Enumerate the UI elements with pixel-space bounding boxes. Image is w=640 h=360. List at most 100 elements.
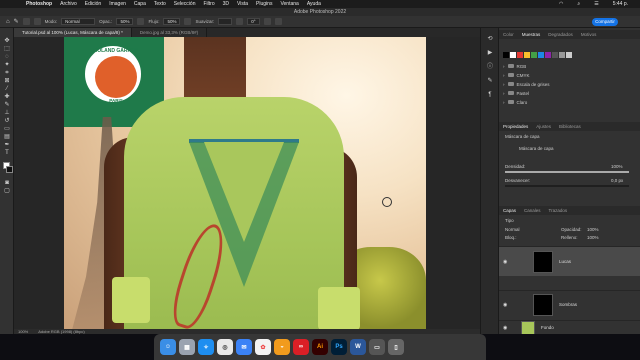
tab-demo[interactable]: Demo.jpg al 33,3% (RGB/8#) xyxy=(131,28,208,37)
finder-icon[interactable]: ☺ xyxy=(160,339,176,355)
tab-adjustments[interactable]: Ajustes xyxy=(532,122,555,131)
density-slider[interactable] xyxy=(505,171,629,173)
lasso-tool-icon[interactable]: ◌ xyxy=(4,54,10,60)
tab-patterns[interactable]: Motivos xyxy=(577,30,601,39)
brush-tool-icon[interactable]: ✎ xyxy=(14,18,19,25)
stamp-tool-icon[interactable]: ⊥ xyxy=(4,110,10,116)
tab-gradients[interactable]: Degradados xyxy=(544,30,577,39)
layer-opacity-value[interactable]: 100% xyxy=(587,227,599,232)
wifi-icon[interactable]: ◠ xyxy=(559,1,563,7)
swatch-group-light[interactable]: › Claro xyxy=(503,98,637,106)
layer-name[interactable]: Sombras xyxy=(559,302,577,307)
smoothing-settings-icon[interactable] xyxy=(236,18,244,25)
swatch[interactable] xyxy=(510,52,516,58)
layer-row-fondo[interactable]: ◉ Fondo xyxy=(499,320,640,335)
photoshop-icon[interactable]: Ps xyxy=(331,339,347,355)
layer-filter-select[interactable]: Tipo xyxy=(505,218,514,223)
history-brush-tool-icon[interactable]: ↺ xyxy=(4,118,10,124)
layer-row-sombras[interactable]: ◉ Sombras xyxy=(499,290,640,318)
tab-channels[interactable]: Canales xyxy=(520,206,545,215)
layer-thumbnail[interactable] xyxy=(521,320,535,335)
menu-imagen[interactable]: Imagen xyxy=(109,1,126,7)
eye-icon[interactable]: ◉ xyxy=(503,259,509,265)
flow-field[interactable]: 50% xyxy=(163,18,181,25)
tab-libraries[interactable]: Bibliotecas xyxy=(555,122,585,131)
swatch-group-cmyk[interactable]: › CMYK xyxy=(503,71,637,79)
blender-icon[interactable]: ◒ xyxy=(274,339,290,355)
tab-layers[interactable]: Capas xyxy=(499,206,520,215)
menu-texto[interactable]: Texto xyxy=(154,1,166,7)
swatch[interactable] xyxy=(538,52,544,58)
menu-edicion[interactable]: Edición xyxy=(85,1,101,7)
crop-tool-icon[interactable]: ⌗ xyxy=(4,70,10,76)
home-icon[interactable]: ⌂ xyxy=(6,19,10,25)
actions-panel-icon[interactable]: ▶ xyxy=(487,50,493,56)
background-color-swatch[interactable] xyxy=(6,166,13,173)
pen-tool-icon[interactable]: ✒ xyxy=(4,142,10,148)
swatch[interactable] xyxy=(566,52,572,58)
share-button[interactable]: Compartir xyxy=(592,18,618,26)
pressure-opacity-icon[interactable] xyxy=(137,18,145,25)
healing-tool-icon[interactable]: ✚ xyxy=(4,94,10,100)
angle-field[interactable]: 0° xyxy=(247,18,260,25)
history-panel-icon[interactable]: ⟲ xyxy=(487,36,493,42)
fill-value[interactable]: 100% xyxy=(587,235,599,240)
layer-row-lucas[interactable]: ◉ Lucas xyxy=(499,246,640,276)
type-tool-icon[interactable]: T xyxy=(4,150,10,156)
mail-icon[interactable]: ✉ xyxy=(236,339,252,355)
layer-mask-thumbnail[interactable] xyxy=(533,250,553,273)
layer-name[interactable]: Fondo xyxy=(541,325,554,330)
menu-vista[interactable]: Vista xyxy=(237,1,248,7)
menu-seleccion[interactable]: Selección xyxy=(174,1,196,7)
screen-mode-icon[interactable]: ▢ xyxy=(4,188,10,194)
smoothing-field[interactable] xyxy=(218,18,233,25)
control-center-icon[interactable]: ☰ xyxy=(594,1,598,7)
density-value[interactable]: 100% xyxy=(611,164,623,169)
quick-select-tool-icon[interactable]: ✦ xyxy=(4,62,10,68)
pressure-size-icon[interactable] xyxy=(263,18,271,25)
layer-name[interactable]: Lucas xyxy=(559,259,571,264)
eye-icon[interactable]: ◉ xyxy=(503,302,509,308)
menu-plugins[interactable]: Plugins xyxy=(256,1,272,7)
feather-slider[interactable] xyxy=(505,185,629,187)
creative-cloud-icon[interactable]: ∞ xyxy=(293,339,309,355)
tab-tutorial[interactable]: Tutorial.psd al 100% (Lucas, Máscara de … xyxy=(14,28,132,37)
trash-icon[interactable]: ▯ xyxy=(388,339,404,355)
downloads-stack-icon[interactable]: ▭ xyxy=(369,339,385,355)
info-panel-icon[interactable]: ⓘ xyxy=(487,64,493,70)
menu-3d[interactable]: 3D xyxy=(223,1,229,7)
swatch[interactable] xyxy=(517,52,523,58)
airbrush-icon[interactable] xyxy=(184,18,192,25)
brushes-panel-icon[interactable]: ✎ xyxy=(487,78,493,84)
menu-clock[interactable]: 5:44 p. xyxy=(613,1,628,7)
swatch[interactable] xyxy=(503,52,509,58)
photos-icon[interactable]: ✿ xyxy=(255,339,271,355)
swatch[interactable] xyxy=(545,52,551,58)
tab-paths[interactable]: Trazados xyxy=(545,206,572,215)
swatch-group-rgb[interactable]: › RGB xyxy=(503,62,637,70)
marquee-tool-icon[interactable]: ⬚ xyxy=(4,46,10,52)
tab-color[interactable]: Color xyxy=(499,30,518,39)
menu-ayuda[interactable]: Ayuda xyxy=(307,1,321,7)
tab-swatches[interactable]: Muestras xyxy=(518,30,545,39)
tab-properties[interactable]: Propiedades xyxy=(499,122,532,131)
paragraph-panel-icon[interactable]: ¶ xyxy=(487,92,493,98)
swatch-group-grayscale[interactable]: › Escala de grises xyxy=(503,80,637,88)
brush-tool-icon[interactable]: ✎ xyxy=(4,102,10,108)
canvas-area[interactable]: ROLAND GARROS PARIS xyxy=(14,37,480,330)
menu-ventana[interactable]: Ventana xyxy=(280,1,298,7)
chrome-icon[interactable]: ◎ xyxy=(217,339,233,355)
blend-mode-select[interactable]: Normal xyxy=(505,227,520,232)
launchpad-icon[interactable]: ▦ xyxy=(179,339,195,355)
search-icon[interactable]: ⌕ xyxy=(577,1,580,7)
quick-mask-icon[interactable]: ◙ xyxy=(4,180,10,186)
word-icon[interactable]: W xyxy=(350,339,366,355)
symmetry-icon[interactable] xyxy=(274,18,282,25)
swatch[interactable] xyxy=(524,52,530,58)
opacity-field[interactable]: 50% xyxy=(116,18,134,25)
illustrator-icon[interactable]: Ai xyxy=(312,339,328,355)
swatch[interactable] xyxy=(531,52,537,58)
swatch[interactable] xyxy=(559,52,565,58)
safari-icon[interactable]: ✧ xyxy=(198,339,214,355)
menu-archivo[interactable]: Archivo xyxy=(60,1,77,7)
